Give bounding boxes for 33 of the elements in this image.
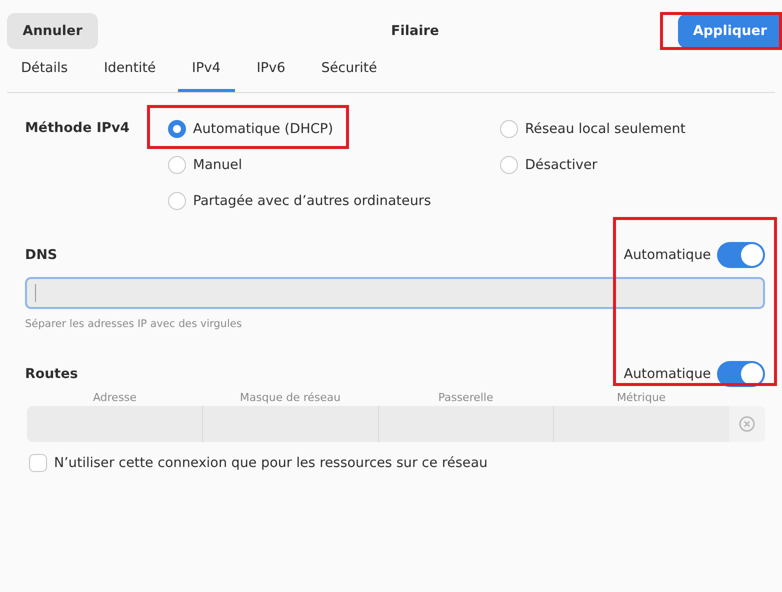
switch-label: Automatique bbox=[624, 366, 711, 382]
checkbox-label[interactable]: N’utiliser cette connexion que pour les ressources sur ce réseau bbox=[54, 455, 488, 471]
remove-icon[interactable] bbox=[739, 416, 755, 432]
toggle-switch[interactable] bbox=[717, 242, 765, 268]
radio-button[interactable] bbox=[500, 120, 518, 138]
radio-label[interactable]: Désactiver bbox=[525, 157, 598, 173]
input-field[interactable] bbox=[25, 277, 765, 309]
radio-button[interactable] bbox=[168, 120, 186, 138]
checkbox[interactable] bbox=[29, 454, 47, 472]
tab[interactable]: Identité bbox=[90, 54, 170, 92]
hint-text: Séparer les adresses IP avec des virgules bbox=[25, 318, 243, 330]
section-title: Routes bbox=[25, 366, 79, 382]
method-label: Méthode IPv4 bbox=[25, 119, 131, 138]
apply-button[interactable]: Appliquer bbox=[678, 14, 782, 48]
window-title: Filaire bbox=[390, 23, 440, 39]
radio-label[interactable]: Automatique (DHCP) bbox=[193, 121, 334, 137]
radio-label[interactable]: Réseau local seulement bbox=[525, 121, 686, 137]
tab[interactable]: Sécurité bbox=[307, 54, 392, 92]
tab[interactable]: IPv4 bbox=[178, 54, 235, 92]
tab[interactable]: Détails bbox=[7, 54, 82, 92]
radio-button[interactable] bbox=[168, 156, 186, 174]
radio-label[interactable]: Partagée avec d’autres ordinateurs bbox=[193, 193, 432, 209]
switch-label: Automatique bbox=[624, 247, 711, 263]
radio-button[interactable] bbox=[168, 192, 186, 210]
radio-button[interactable] bbox=[500, 156, 518, 174]
section-title: DNS bbox=[25, 247, 58, 263]
column-header: Masque de réseau bbox=[238, 391, 342, 404]
radio-label[interactable]: Manuel bbox=[193, 157, 242, 173]
cancel-button[interactable]: Annuler bbox=[7, 13, 98, 49]
column-header: Passerelle bbox=[437, 391, 494, 404]
column-header: Adresse bbox=[92, 391, 138, 404]
tab[interactable]: IPv6 bbox=[242, 54, 300, 92]
column-header: Métrique bbox=[616, 391, 667, 404]
